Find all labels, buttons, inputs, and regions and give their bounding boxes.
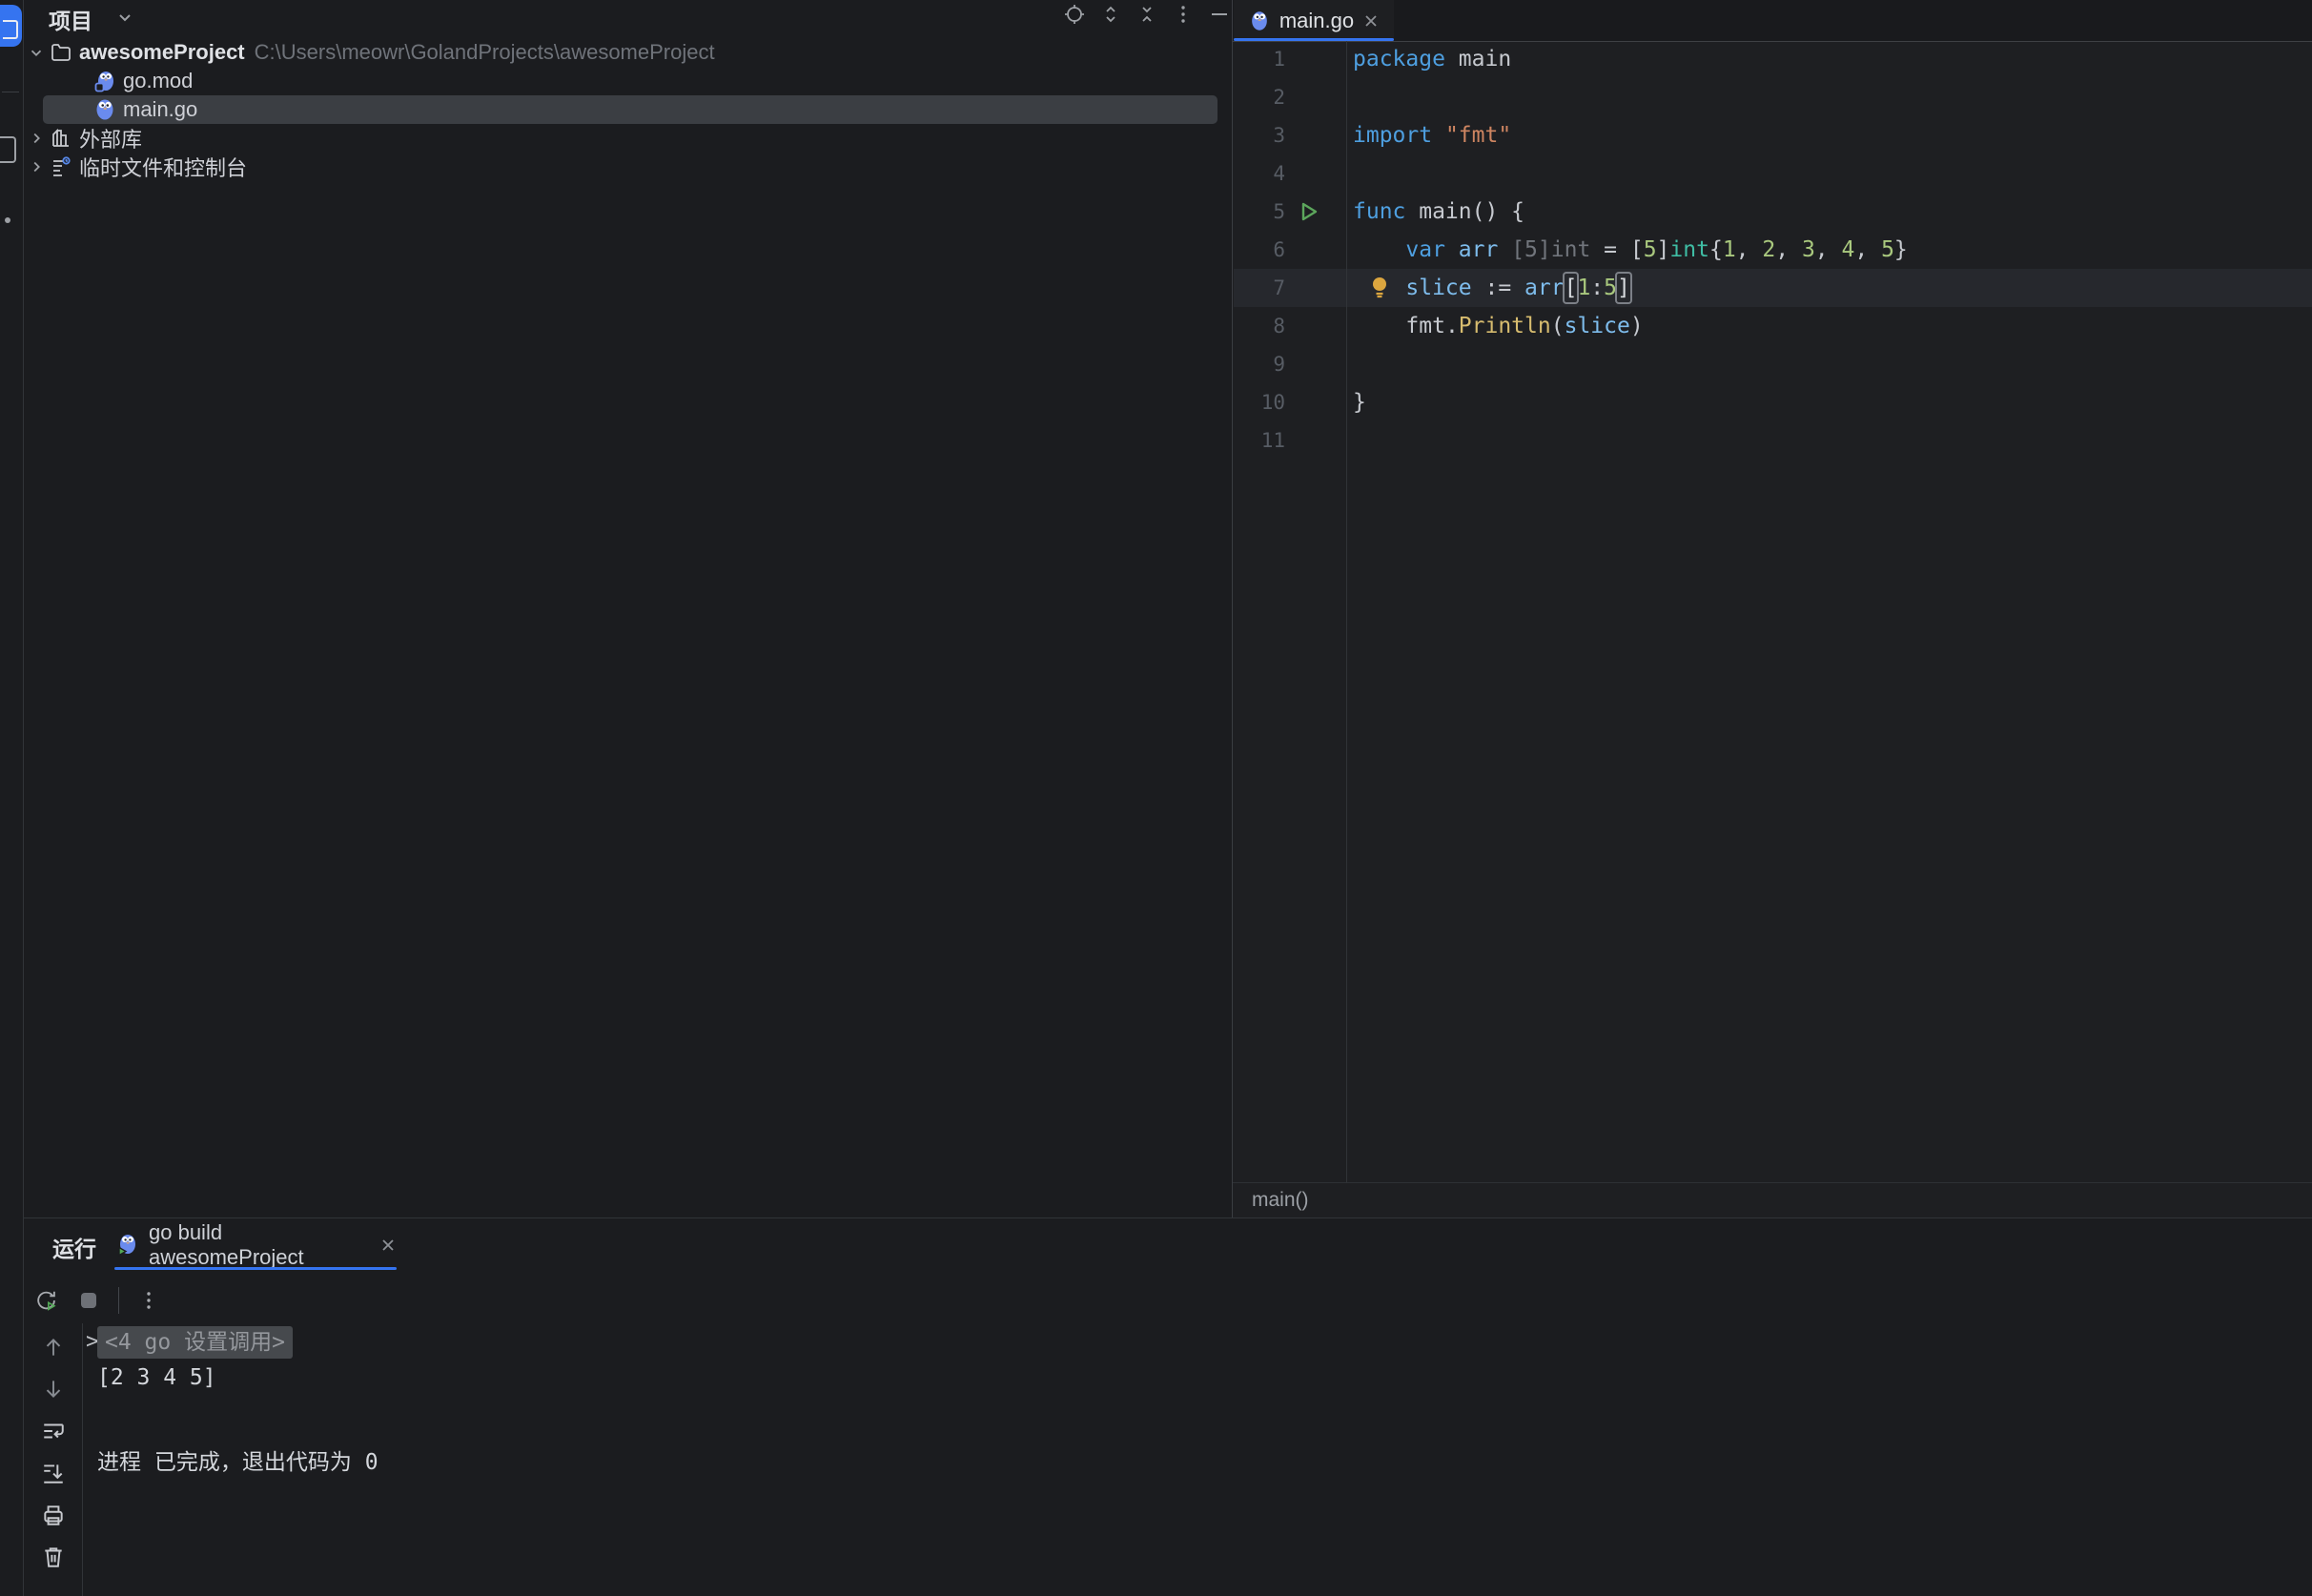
tree-row-main-go[interactable]: main.go xyxy=(24,95,1232,124)
library-icon xyxy=(49,126,73,151)
run-toolbar xyxy=(34,1279,161,1321)
soft-wrap-icon[interactable] xyxy=(39,1417,68,1445)
scratches-icon xyxy=(49,154,73,179)
line-number: 10 xyxy=(1239,383,1285,421)
editor-tab-main-go[interactable]: main.go xyxy=(1234,0,1394,41)
editor-tab-bar xyxy=(1233,0,2312,42)
line-number: 4 xyxy=(1239,154,1285,193)
breadcrumb-item[interactable]: main() xyxy=(1252,1189,1309,1212)
project-panel-title: 项目 xyxy=(49,3,92,35)
go-file-icon xyxy=(92,97,117,122)
code-line: fmt.Println(slice) xyxy=(1353,307,1644,345)
go-file-icon xyxy=(1248,10,1271,32)
close-icon[interactable] xyxy=(379,1237,397,1254)
line-number: 7 xyxy=(1239,269,1285,307)
file-name: go.mod xyxy=(123,69,193,93)
locate-file-icon[interactable] xyxy=(1063,2,1086,27)
line-number: 1 xyxy=(1239,40,1285,78)
more-options-icon[interactable] xyxy=(136,1288,161,1313)
code-line: func main() { xyxy=(1353,193,1524,231)
project-tree: awesomeProject C:\Users\meowr\GolandProj… xyxy=(24,38,1232,181)
run-tab-go-build[interactable]: go build awesomeProject xyxy=(114,1221,397,1269)
chevron-down-icon[interactable] xyxy=(24,44,49,61)
active-tab-underline xyxy=(114,1267,397,1270)
run-panel-title: 运行 xyxy=(52,1231,96,1263)
console-folded-command[interactable]: <4 go 设置调用> xyxy=(97,1326,293,1359)
code-line: import "fmt" xyxy=(1353,116,1511,154)
chevron-right-icon[interactable] xyxy=(24,130,49,147)
console-toolbar xyxy=(24,1323,83,1596)
project-panel-header: 项目 xyxy=(24,0,1232,32)
chevron-down-icon[interactable] xyxy=(115,8,134,27)
line-number: 2 xyxy=(1239,78,1285,116)
expand-all-icon[interactable] xyxy=(1099,2,1122,27)
tree-row-external-libraries[interactable]: 外部库 xyxy=(24,124,1232,153)
line-number: 5 xyxy=(1239,193,1285,231)
toolbar-separator xyxy=(118,1287,119,1314)
commit-toolwindow-button[interactable] xyxy=(0,136,16,163)
folder-icon xyxy=(49,40,73,65)
external-libraries-label: 外部库 xyxy=(79,123,142,153)
line-number: 9 xyxy=(1239,345,1285,383)
run-main-icon[interactable] xyxy=(1299,193,1321,231)
print-icon[interactable] xyxy=(39,1501,68,1529)
selected-row-highlight xyxy=(43,95,1217,124)
down-arrow-icon[interactable] xyxy=(39,1375,68,1403)
tree-row-scratches[interactable]: 临时文件和控制台 xyxy=(24,153,1232,181)
file-name: main.go xyxy=(123,97,197,122)
folder-icon xyxy=(3,20,18,39)
tree-row-project-root[interactable]: awesomeProject C:\Users\meowr\GolandProj… xyxy=(24,38,1232,67)
stop-icon[interactable] xyxy=(76,1288,101,1313)
up-arrow-icon[interactable] xyxy=(39,1333,68,1361)
line-number: 11 xyxy=(1239,421,1285,460)
line-number: 3 xyxy=(1239,116,1285,154)
scratches-label: 临时文件和控制台 xyxy=(79,152,247,182)
code-line: var arr [5]int = [5]int{1, 2, 3, 4, 5} xyxy=(1353,231,1908,269)
toolwindow-dot-icon[interactable] xyxy=(5,217,10,223)
chevron-right-icon[interactable] xyxy=(24,158,49,175)
toolwindow-strip xyxy=(0,0,24,1596)
project-root-name: awesomeProject xyxy=(79,40,245,65)
project-panel xyxy=(24,0,1233,1217)
rerun-icon[interactable] xyxy=(34,1288,59,1313)
go-run-config-icon xyxy=(114,1233,139,1258)
console-exit-line: 进程 已完成，退出代码为 0 xyxy=(97,1443,379,1476)
console-output[interactable]: > <4 go 设置调用> [2 3 4 5] 进程 已完成，退出代码为 0 xyxy=(84,1323,2312,1596)
line-number: 8 xyxy=(1239,307,1285,345)
collapse-all-icon[interactable] xyxy=(1136,2,1158,27)
code-line: package main xyxy=(1353,40,1511,78)
code-line: slice := arr[1:5] xyxy=(1353,269,1630,307)
scroll-to-end-icon[interactable] xyxy=(39,1459,68,1487)
close-icon[interactable] xyxy=(1362,12,1380,30)
project-toolwindow-button[interactable] xyxy=(0,5,22,47)
project-root-path: C:\Users\meowr\GolandProjects\awesomePro… xyxy=(255,40,715,65)
editor-tab-label: main.go xyxy=(1279,9,1354,33)
tree-row-go-mod[interactable]: go.mod xyxy=(24,67,1232,95)
go-mod-file-icon xyxy=(92,69,117,93)
hide-panel-icon[interactable] xyxy=(1208,2,1231,27)
line-number: 6 xyxy=(1239,231,1285,269)
breadcrumbs-bar: main() xyxy=(1233,1182,2312,1217)
goland-window: 项目 xyxy=(0,0,2312,1596)
code-line: } xyxy=(1353,383,1366,421)
console-output-line: [2 3 4 5] xyxy=(97,1365,216,1390)
run-tab-label: go build awesomeProject xyxy=(149,1220,370,1270)
clear-console-icon[interactable] xyxy=(39,1543,68,1571)
more-options-icon[interactable] xyxy=(1172,2,1195,27)
